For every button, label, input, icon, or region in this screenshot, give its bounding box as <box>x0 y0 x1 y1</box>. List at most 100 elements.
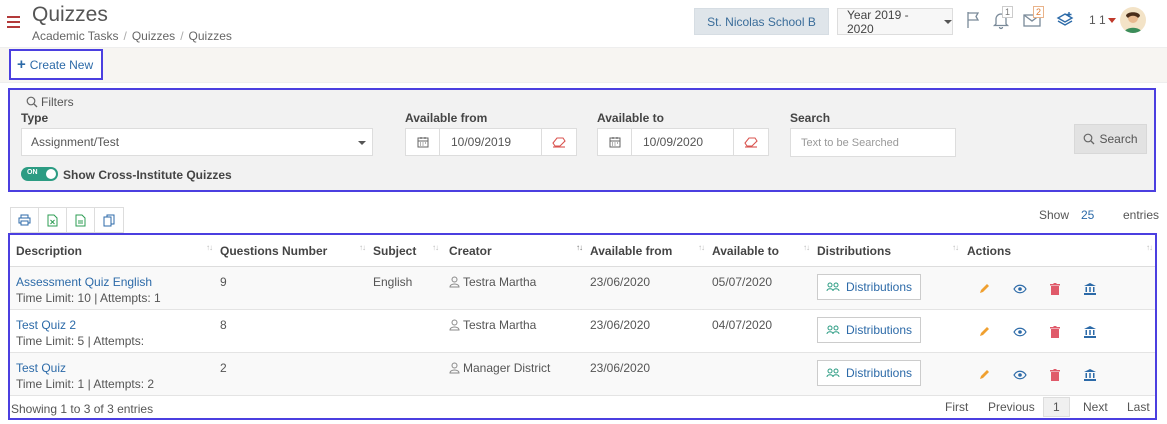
toolbar <box>0 47 1167 83</box>
plus-icon: + <box>17 56 26 73</box>
flag-icon[interactable] <box>964 10 984 30</box>
available-from-input[interactable]: 10/09/2019 <box>440 129 542 155</box>
create-new-label: Create New <box>29 57 94 72</box>
excel-icon[interactable] <box>39 208 67 232</box>
available-to-input[interactable]: 10/09/2020 <box>632 129 734 155</box>
avatar[interactable] <box>1120 7 1146 33</box>
search-input[interactable] <box>790 128 956 157</box>
column-subject[interactable]: Subject <box>373 235 416 267</box>
sort-icon[interactable]: ↑↓ <box>1146 243 1153 252</box>
pager-last[interactable]: Last <box>1127 400 1150 414</box>
available-from: 23/06/2020 <box>590 318 651 332</box>
quiz-title-link[interactable]: Assessment Quiz English <box>16 275 152 289</box>
creator-name: Testra Martha <box>463 275 537 289</box>
quiz-title-link[interactable]: Test Quiz <box>16 361 66 375</box>
column-creator[interactable]: Creator <box>449 235 492 267</box>
questions-number: 9 <box>220 275 227 289</box>
breadcrumb-item[interactable]: Quizzes <box>132 29 175 43</box>
print-icon[interactable] <box>11 208 39 232</box>
quiz-meta: Time Limit: 10 | Attempts: 1 <box>16 291 161 305</box>
questions-number: 8 <box>220 318 227 332</box>
pager-previous[interactable]: Previous <box>988 400 1035 414</box>
message-badge: 2 <box>1033 6 1045 18</box>
sort-icon[interactable]: ↑↓ <box>576 243 583 252</box>
questions-number: 2 <box>220 361 227 375</box>
entries-select[interactable]: 25 <box>1081 208 1094 222</box>
create-new-button[interactable]: + Create New <box>9 49 103 80</box>
quiz-title-link[interactable]: Test Quiz 2 <box>16 318 76 332</box>
eraser-icon[interactable] <box>542 129 576 155</box>
pager-next[interactable]: Next <box>1083 400 1108 414</box>
cross-institute-toggle[interactable]: ON <box>21 167 58 181</box>
distributions-button[interactable]: Distributions <box>817 360 921 386</box>
toggle-on-label: ON <box>27 169 38 176</box>
available-from: 23/06/2020 <box>590 361 651 375</box>
edit-icon[interactable] <box>976 324 992 340</box>
delete-icon[interactable] <box>1047 324 1063 340</box>
sort-icon[interactable]: ↑↓ <box>432 243 439 252</box>
quiz-meta: Time Limit: 1 | Attempts: 2 <box>16 377 155 391</box>
calendar-icon[interactable] <box>598 129 632 155</box>
breadcrumb: Academic Tasks / Quizzes / Quizzes <box>32 29 232 43</box>
eraser-icon[interactable] <box>734 129 768 155</box>
view-icon[interactable] <box>1012 281 1028 297</box>
year-select[interactable]: Year 2019 - 2020 <box>837 7 953 36</box>
user-icon <box>449 319 460 331</box>
filters-legend-label: Filters <box>41 95 74 109</box>
year-select-value: Year 2019 - 2020 <box>847 7 909 36</box>
page-title: Quizzes <box>32 3 108 26</box>
column-description[interactable]: Description <box>16 235 82 267</box>
user-label[interactable]: 1 1 <box>1089 13 1106 27</box>
pager-first[interactable]: First <box>945 400 968 414</box>
type-label: Type <box>21 111 49 125</box>
sort-icon[interactable]: ↑↓ <box>803 243 810 252</box>
quiz-meta: Time Limit: 5 | Attempts: <box>16 334 145 348</box>
users-icon <box>826 368 840 378</box>
column-distributions[interactable]: Distributions <box>817 235 891 267</box>
institution-icon[interactable] <box>1082 281 1098 297</box>
sort-icon[interactable]: ↑↓ <box>359 243 366 252</box>
edit-icon[interactable] <box>976 281 992 297</box>
users-icon <box>826 282 840 292</box>
search-button[interactable]: Search <box>1074 124 1147 154</box>
menu-icon[interactable] <box>7 16 20 28</box>
sort-icon[interactable]: ↑↓ <box>206 243 213 252</box>
table-row: Assessment Quiz English Time Limit: 10 |… <box>10 267 1155 310</box>
sort-icon[interactable]: ↑↓ <box>952 243 959 252</box>
institution-icon[interactable] <box>1082 324 1098 340</box>
view-icon[interactable] <box>1012 367 1028 383</box>
column-questions[interactable]: Questions Number <box>220 235 327 267</box>
distributions-button[interactable]: Distributions <box>817 274 921 300</box>
breadcrumb-item[interactable]: Academic Tasks <box>32 29 118 43</box>
filters-panel: Filters Type Assignment/Test Available f… <box>8 88 1156 192</box>
view-icon[interactable] <box>1012 324 1028 340</box>
pager-current[interactable]: 1 <box>1043 397 1070 417</box>
available-to-label: Available to <box>597 111 664 125</box>
calendar-icon[interactable] <box>406 129 440 155</box>
type-select-value: Assignment/Test <box>31 135 120 149</box>
chevron-down-icon[interactable] <box>1108 18 1116 23</box>
layers-icon[interactable] <box>1055 10 1075 30</box>
delete-icon[interactable] <box>1047 367 1063 383</box>
export-buttons <box>10 207 124 233</box>
school-button[interactable]: St. Nicolas School B <box>694 8 829 35</box>
column-available-from[interactable]: Available from <box>590 235 672 267</box>
available-to: 04/07/2020 <box>712 318 773 332</box>
creator-name: Testra Martha <box>463 318 537 332</box>
edit-icon[interactable] <box>976 367 992 383</box>
table-row: Test Quiz 2 Time Limit: 5 | Attempts: 8 … <box>10 310 1155 353</box>
column-available-to[interactable]: Available to <box>712 235 779 267</box>
chevron-down-icon <box>358 141 366 145</box>
institution-icon[interactable] <box>1082 367 1098 383</box>
type-select[interactable]: Assignment/Test <box>21 128 373 156</box>
delete-icon[interactable] <box>1047 281 1063 297</box>
table-info: Showing 1 to 3 of 3 entries <box>11 402 154 416</box>
distributions-button[interactable]: Distributions <box>817 317 921 343</box>
search-button-label: Search <box>1099 132 1138 146</box>
sort-icon[interactable]: ↑↓ <box>698 243 705 252</box>
column-actions: Actions <box>967 244 1012 258</box>
distributions-label: Distributions <box>845 323 913 337</box>
csv-icon[interactable] <box>67 208 95 232</box>
copy-icon[interactable] <box>95 208 123 232</box>
user-icon <box>449 362 460 374</box>
